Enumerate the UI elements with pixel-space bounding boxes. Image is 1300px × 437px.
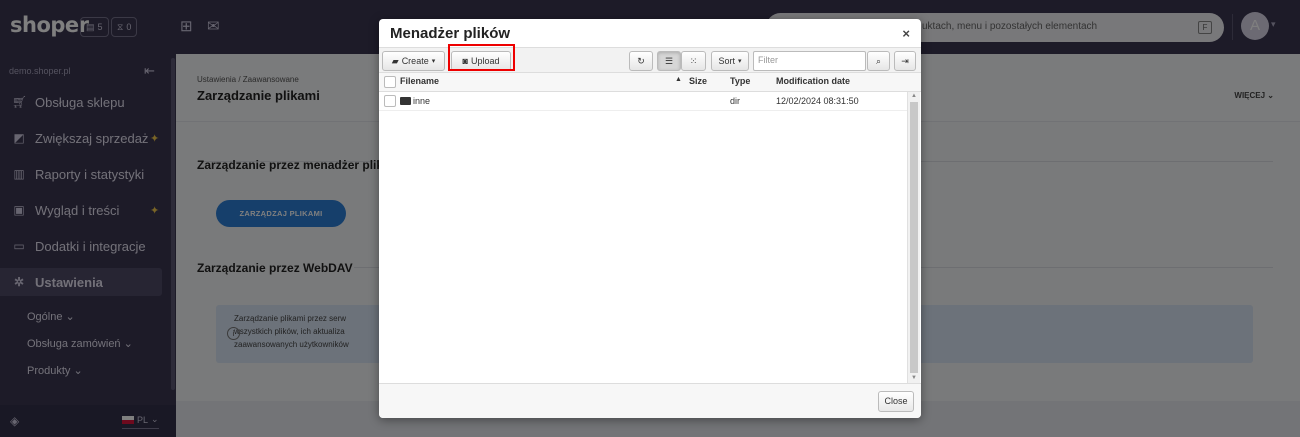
file-manager-dialog: Menadżer plików × ▰ Create ▾ ◙ Upload ↻ … bbox=[379, 19, 921, 418]
dialog-footer: Close bbox=[379, 383, 921, 418]
select-all-checkbox[interactable] bbox=[384, 76, 396, 88]
file-name-cell[interactable]: inne bbox=[400, 96, 430, 106]
refresh-icon: ↻ bbox=[637, 55, 645, 66]
file-table-header: Filename ▲ Size Type Modification date bbox=[379, 73, 921, 92]
grid-view-button[interactable]: ⁙ bbox=[681, 51, 706, 71]
exit-button[interactable]: ⇥ bbox=[894, 51, 916, 71]
column-filename[interactable]: Filename bbox=[400, 76, 439, 86]
create-button[interactable]: ▰ Create ▾ bbox=[382, 51, 445, 71]
search-icon: ⌕ bbox=[875, 55, 882, 66]
caret-down-icon: ▾ bbox=[431, 58, 436, 65]
column-type[interactable]: Type bbox=[730, 76, 750, 86]
upload-highlight-box bbox=[448, 44, 515, 71]
file-list-scrollbar[interactable]: ▲ ▼ bbox=[907, 92, 920, 383]
sort-label: Sort bbox=[718, 56, 735, 66]
refresh-button[interactable]: ↻ bbox=[629, 51, 653, 71]
file-type-cell: dir bbox=[730, 96, 741, 106]
search-button[interactable]: ⌕ bbox=[867, 51, 890, 71]
create-label: Create bbox=[401, 56, 429, 66]
folder-plus-icon: ▰ bbox=[391, 55, 399, 66]
folder-icon bbox=[400, 97, 411, 105]
close-icon[interactable]: × bbox=[902, 26, 910, 41]
scroll-up-icon[interactable]: ▲ bbox=[911, 93, 917, 99]
sort-button[interactable]: Sort ▾ bbox=[711, 51, 749, 71]
column-modification-date[interactable]: Modification date bbox=[776, 76, 850, 86]
table-row[interactable]: inne dir 12/02/2024 08:31:50 bbox=[379, 92, 907, 111]
file-name: inne bbox=[413, 96, 431, 106]
list-icon: ☰ bbox=[664, 55, 674, 66]
scroll-down-icon[interactable]: ▼ bbox=[911, 375, 917, 381]
dialog-title: Menadżer plików bbox=[390, 25, 511, 42]
close-button[interactable]: Close bbox=[878, 391, 914, 412]
list-view-button[interactable]: ☰ bbox=[657, 51, 681, 71]
exit-icon: ⇥ bbox=[901, 55, 909, 66]
filter-input[interactable]: Filter bbox=[753, 51, 866, 71]
file-date-cell: 12/02/2024 08:31:50 bbox=[776, 96, 859, 106]
sort-asc-icon: ▲ bbox=[675, 76, 682, 83]
grid-icon: ⁙ bbox=[689, 55, 698, 66]
scrollbar-thumb[interactable] bbox=[910, 102, 918, 373]
caret-down-icon: ▾ bbox=[738, 58, 742, 65]
column-size[interactable]: Size bbox=[689, 76, 707, 86]
row-checkbox[interactable] bbox=[384, 95, 396, 107]
